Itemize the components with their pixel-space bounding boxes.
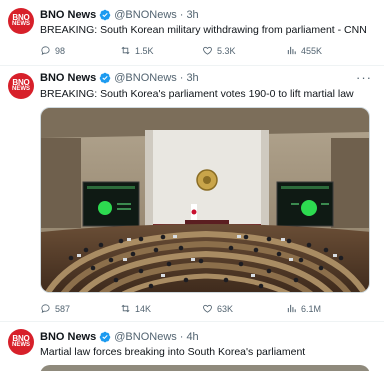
avatar-label-bottom: NEWS	[12, 86, 30, 92]
avatar[interactable]: BNO NEWS	[8, 8, 34, 34]
repost-count: 14K	[135, 303, 152, 314]
author-handle[interactable]: @BNONews	[114, 331, 177, 343]
tweet-text: BREAKING: South Korean military withdraw…	[40, 24, 367, 36]
avatar-label-bottom: NEWS	[12, 21, 30, 27]
tweet-2[interactable]: BNO NEWS BNO News @BNONews · 3h ··· BREA…	[0, 66, 384, 322]
tweet-photo-preview[interactable]	[40, 365, 370, 371]
separator-dot: ·	[179, 331, 184, 343]
avatar[interactable]: BNO NEWS	[8, 329, 34, 355]
repost-button[interactable]: 14K	[120, 303, 202, 314]
reply-icon	[40, 303, 51, 314]
views-button[interactable]: 6.1M	[286, 303, 321, 314]
view-count: 455K	[301, 45, 323, 56]
tweet-photo[interactable]	[40, 107, 370, 293]
author-name[interactable]: BNO News	[40, 331, 96, 343]
avatar-label-bottom: NEWS	[12, 342, 30, 348]
repost-count: 1.5K	[135, 45, 154, 56]
author-name[interactable]: BNO News	[40, 72, 96, 84]
tweet-1[interactable]: BNO NEWS BNO News @BNONews · 3h BREAKING…	[0, 0, 384, 66]
author-handle[interactable]: @BNONews	[114, 72, 177, 84]
action-bar: 587 14K 63K 6.1M	[40, 303, 360, 314]
timestamp[interactable]: 4h	[186, 331, 198, 343]
repost-icon	[120, 303, 131, 314]
views-icon	[286, 45, 297, 56]
like-count: 63K	[217, 303, 234, 314]
reply-button[interactable]: 98	[40, 45, 120, 56]
avatar-label-top: BNO	[12, 13, 30, 22]
author-name[interactable]: BNO News	[40, 9, 96, 21]
separator-dot: ·	[179, 9, 184, 21]
heart-icon	[202, 303, 213, 314]
reply-button[interactable]: 587	[40, 303, 120, 314]
avatar-label-top: BNO	[12, 78, 30, 87]
tweet-header: BNO News @BNONews · 3h	[40, 72, 199, 84]
views-icon	[286, 303, 297, 314]
tweet-header: BNO News @BNONews · 4h	[40, 331, 199, 343]
like-count: 5.3K	[217, 45, 236, 56]
reply-count: 587	[55, 303, 71, 314]
like-button[interactable]: 63K	[202, 303, 286, 314]
tweet-text: BREAKING: South Korea's parliament votes…	[40, 88, 354, 100]
reply-count: 98	[55, 45, 66, 56]
more-options-icon[interactable]: ···	[356, 70, 372, 85]
reply-icon	[40, 45, 51, 56]
avatar-label-top: BNO	[12, 334, 30, 343]
separator-dot: ·	[179, 72, 184, 84]
like-button[interactable]: 5.3K	[202, 45, 286, 56]
repost-icon	[120, 45, 131, 56]
verified-badge-icon	[99, 72, 111, 84]
verified-badge-icon	[99, 9, 111, 21]
view-count: 6.1M	[301, 303, 322, 314]
action-bar: 98 1.5K 5.3K 455K	[40, 45, 360, 56]
parliament-chamber-photo	[41, 108, 369, 292]
avatar[interactable]: BNO NEWS	[8, 73, 34, 99]
tweet-header: BNO News @BNONews · 3h	[40, 9, 199, 21]
repost-button[interactable]: 1.5K	[120, 45, 202, 56]
timestamp[interactable]: 3h	[186, 72, 198, 84]
author-handle[interactable]: @BNONews	[114, 9, 177, 21]
tweet-text: Martial law forces breaking into South K…	[40, 346, 306, 358]
timestamp[interactable]: 3h	[186, 9, 198, 21]
tweet-3[interactable]: BNO NEWS BNO News @BNONews · 4h Martial …	[0, 322, 384, 371]
verified-badge-icon	[99, 331, 111, 343]
views-button[interactable]: 455K	[286, 45, 322, 56]
heart-icon	[202, 45, 213, 56]
